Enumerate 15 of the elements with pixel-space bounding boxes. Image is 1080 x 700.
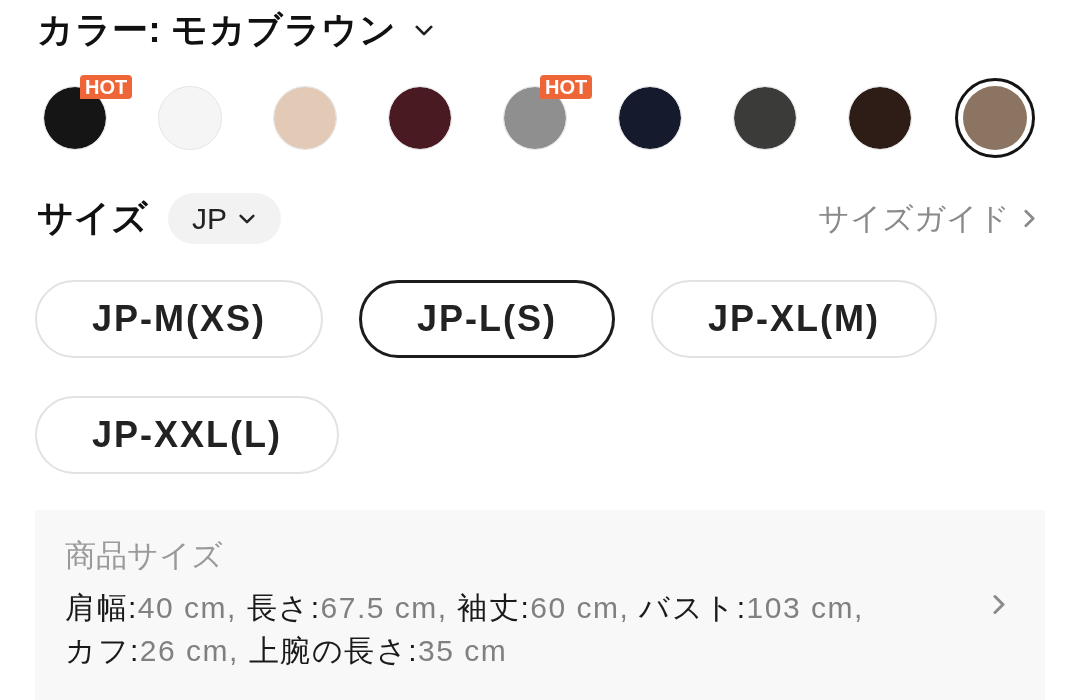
hot-badge: HOT bbox=[80, 75, 133, 99]
hot-badge: HOT bbox=[540, 75, 593, 99]
chevron-right-icon bbox=[993, 594, 1005, 615]
size-heading: サイズ bbox=[36, 196, 148, 240]
color-heading: カラー: モカブラウン bbox=[36, 8, 397, 52]
size-measurements: 肩幅:40 cm, 長さ:67.5 cm, 袖丈:60 cm, バスト:103 cm, カフ:26 cm, 上腕の長さ:35 cm bbox=[65, 590, 865, 669]
chevron-right-icon bbox=[1024, 209, 1035, 228]
size-option[interactable]: JP-XXL(L) bbox=[35, 396, 339, 474]
size-option[interactable]: JP-M(XS) bbox=[35, 280, 323, 358]
region-dropdown[interactable]: JP bbox=[168, 193, 281, 244]
panel-title: 商品サイズ bbox=[65, 537, 224, 575]
chevron-down-icon bbox=[239, 213, 255, 224]
chevron-down-icon[interactable] bbox=[414, 24, 433, 36]
size-option[interactable]: JP-XL(M) bbox=[651, 280, 937, 358]
size-option[interactable]: JP-L(S) bbox=[359, 280, 615, 358]
